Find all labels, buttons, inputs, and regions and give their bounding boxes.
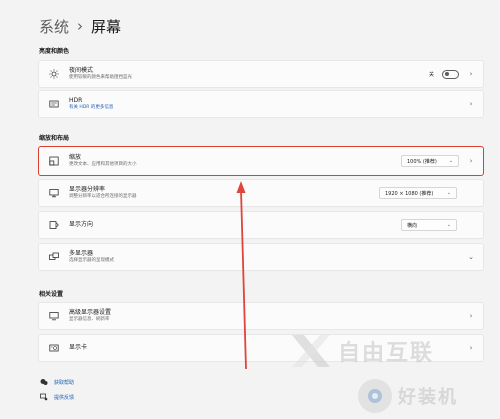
multi-display-row[interactable]: 多显示器 选择显示器的呈现模式 ⌄ xyxy=(38,243,484,271)
toggle-knob xyxy=(445,72,449,76)
feedback-label: 提供反馈 xyxy=(54,394,75,401)
scale-title: 缩放 xyxy=(69,154,82,162)
advanced-display-title: 高级显示器设置 xyxy=(69,309,112,317)
night-light-toggle[interactable] xyxy=(442,69,459,79)
section-related: 相关设置 xyxy=(39,291,64,298)
chevron-right-icon: › xyxy=(469,344,473,352)
chevron-right-icon: › xyxy=(469,70,473,78)
watermark-text: 自由互联 xyxy=(338,341,435,366)
night-light-toggle-label: 关 xyxy=(428,71,434,78)
chevron-right-icon: › xyxy=(469,100,473,108)
multi-display-icon xyxy=(48,251,60,263)
chevron-right-icon: › xyxy=(469,312,473,320)
section-brightness: 亮度和颜色 xyxy=(39,48,70,55)
x-logo-icon xyxy=(292,335,330,367)
chevron-down-icon: ⌄ xyxy=(448,158,453,164)
feedback-icon xyxy=(40,393,48,401)
night-light-subtitle: 使用较暖的颜色来帮助阻挡蓝光 xyxy=(69,75,132,81)
breadcrumb-separator: › xyxy=(77,17,84,35)
orientation-dropdown[interactable]: 横向 ⌄ xyxy=(401,219,457,231)
breadcrumb: 系统 › 屏幕 xyxy=(39,14,121,38)
hdr-row[interactable]: HDR 有关 HDR 的更多信息 › xyxy=(38,90,484,118)
scale-icon xyxy=(48,155,60,167)
scale-dropdown[interactable]: 100% (推荐) ⌄ xyxy=(401,155,459,167)
resolution-dropdown[interactable]: 1920 × 1080 (推荐) ⌄ xyxy=(379,187,457,199)
resolution-icon xyxy=(48,187,60,199)
multi-display-title: 多显示器 xyxy=(69,250,94,258)
chevron-right-icon: › xyxy=(469,157,473,165)
night-light-row[interactable]: 夜间模式 使用较暖的颜色来帮助阻挡蓝光 关 › xyxy=(38,60,484,88)
chevron-down-icon: ⌄ xyxy=(446,222,451,228)
page-title: 屏幕 xyxy=(91,17,122,36)
scale-row[interactable]: 缩放 更改文本、应用和其他项目的大小 100% (推荐) ⌄ › xyxy=(38,146,484,176)
hdr-more-info-link[interactable]: 有关 HDR 的更多信息 xyxy=(69,105,467,110)
orientation-row[interactable]: 显示方向 横向 ⌄ xyxy=(38,211,484,239)
advanced-display-subtitle: 显示器信息、刷新率 xyxy=(69,317,110,323)
get-help-label: 获取帮助 xyxy=(54,379,75,386)
watermark-text-2: 好装机 xyxy=(398,387,458,408)
watermark-badge: 好装机 xyxy=(358,376,498,416)
multi-display-subtitle: 选择显示器的呈现模式 xyxy=(69,258,114,264)
feedback-link[interactable]: 提供反馈 xyxy=(40,393,74,401)
hdr-title: HDR xyxy=(69,97,83,105)
orientation-icon xyxy=(48,219,60,231)
resolution-row[interactable]: 显示器分辨率 调整分辨率以适合所连接的显示器 1920 × 1080 (推荐) … xyxy=(38,179,484,207)
monitor-icon xyxy=(48,310,60,322)
resolution-dropdown-value: 1920 × 1080 (推荐) xyxy=(385,190,434,197)
advanced-display-row[interactable]: 高级显示器设置 显示器信息、刷新率 › xyxy=(38,302,484,330)
watermark-logo: 自由互联 xyxy=(290,328,460,374)
section-scale-layout: 缩放和布局 xyxy=(39,135,70,142)
chevron-down-icon: ⌄ xyxy=(446,190,451,196)
help-icon xyxy=(40,379,48,385)
graphics-icon xyxy=(48,342,60,354)
night-light-title: 夜间模式 xyxy=(69,67,94,75)
scale-dropdown-value: 100% (推荐) xyxy=(407,158,437,165)
watermark-badge-icon xyxy=(358,379,392,413)
hdr-icon xyxy=(48,98,60,110)
resolution-subtitle: 调整分辨率以适合所连接的显示器 xyxy=(69,194,137,200)
orientation-title: 显示方向 xyxy=(69,221,94,229)
resolution-title: 显示器分辨率 xyxy=(69,186,106,194)
sun-icon xyxy=(48,68,60,80)
chevron-down-icon[interactable]: ⌄ xyxy=(467,253,475,261)
get-help-link[interactable]: 获取帮助 xyxy=(40,378,74,386)
orientation-dropdown-value: 横向 xyxy=(407,222,418,229)
scale-subtitle: 更改文本、应用和其他项目的大小 xyxy=(69,162,137,168)
breadcrumb-parent[interactable]: 系统 xyxy=(39,16,69,37)
